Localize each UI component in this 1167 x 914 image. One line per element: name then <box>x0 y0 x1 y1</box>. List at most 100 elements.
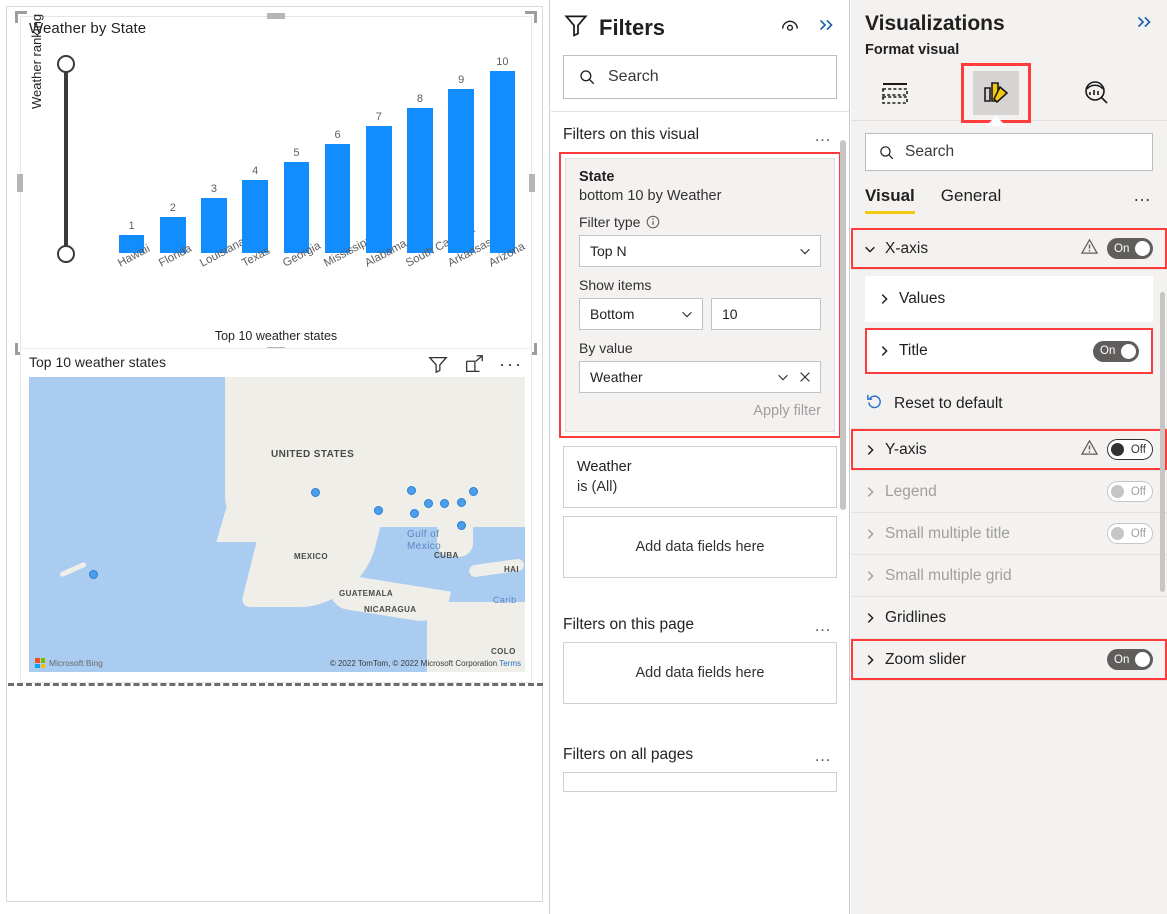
bar-group[interactable]: 7 <box>366 53 392 253</box>
tab-general[interactable]: General <box>941 186 1001 214</box>
filter-icon[interactable] <box>427 353 449 375</box>
warning-icon[interactable] <box>1080 438 1099 462</box>
chevron-right-icon[interactable] <box>863 443 877 457</box>
filters-pane[interactable]: Filters Search <box>551 0 850 914</box>
focus-mode-icon[interactable] <box>463 353 485 375</box>
chevron-down-icon[interactable] <box>863 242 877 256</box>
bar[interactable] <box>325 144 351 253</box>
chart-plot-area[interactable]: 1Hawaii2Florida3Louisiana4Texas5Georgia6… <box>111 53 523 253</box>
eye-icon[interactable] <box>779 16 801 39</box>
format-visual-tab[interactable] <box>967 69 1025 117</box>
map-data-point-arkansas[interactable] <box>407 486 416 495</box>
warning-icon[interactable] <box>1080 237 1099 261</box>
map-data-point-hawaii[interactable] <box>89 570 98 579</box>
close-icon[interactable] <box>798 370 812 384</box>
format-property-gridlines[interactable]: Gridlines <box>851 597 1167 639</box>
map-terms-link[interactable]: Terms <box>499 659 521 668</box>
zoom-slider-track[interactable] <box>64 65 68 253</box>
chevron-right-icon[interactable] <box>863 653 877 667</box>
show-items-direction-dropdown[interactable]: Bottom <box>579 298 703 330</box>
map-data-point-mississippi[interactable] <box>424 499 433 508</box>
format-subtabs-more-options-icon[interactable]: … <box>1133 185 1153 214</box>
map-visual[interactable]: Top 10 weather states ··· <box>20 348 532 683</box>
zoom-slider-knob-bottom[interactable] <box>57 245 75 263</box>
reset-to-default-button[interactable]: Reset to default <box>851 380 1167 429</box>
chevron-right-icon[interactable] <box>877 292 891 306</box>
bar[interactable] <box>407 108 433 253</box>
map-data-point-georgia[interactable] <box>457 498 466 507</box>
section-more-options-icon[interactable]: … <box>814 127 833 144</box>
chevron-right-icon[interactable] <box>863 527 877 541</box>
bar[interactable] <box>284 162 310 253</box>
toggle-title[interactable]: On <box>1093 341 1139 362</box>
map-data-point-louisiana[interactable] <box>410 509 419 518</box>
bar[interactable] <box>448 89 474 253</box>
bar-group[interactable]: 4 <box>242 53 268 253</box>
chevron-right-icon[interactable] <box>877 344 891 358</box>
format-property-values[interactable]: Values <box>865 276 1153 322</box>
bar-group[interactable]: 3 <box>201 53 227 253</box>
visual-filters-dropzone[interactable]: Add data fields here <box>563 516 837 578</box>
format-property-zoom-slider[interactable]: Zoom sliderOn <box>851 639 1167 681</box>
map-data-point-alabama[interactable] <box>440 499 449 508</box>
tab-visual[interactable]: Visual <box>865 186 915 214</box>
map-label-haiti: HAI <box>504 565 519 574</box>
toggle-zoom-slider[interactable]: On <box>1107 649 1153 670</box>
analytics-tab[interactable] <box>1067 69 1125 117</box>
format-property-y-axis[interactable]: Y-axisOff <box>851 429 1167 471</box>
collapse-pane-icon[interactable] <box>1133 13 1155 36</box>
filters-pane-scrollbar[interactable] <box>840 140 846 510</box>
toggle-y-axis[interactable]: Off <box>1107 439 1153 460</box>
by-value-field-dropdown[interactable]: Weather <box>579 361 821 393</box>
bar-group[interactable]: 6 <box>325 53 351 253</box>
bar-group[interactable]: 9 <box>448 53 474 253</box>
more-options-icon[interactable]: ··· <box>499 355 523 373</box>
filter-card-state[interactable]: State bottom 10 by Weather Filter type T… <box>565 158 835 432</box>
selection-handle-middle-left[interactable] <box>17 174 23 192</box>
visualizations-pane[interactable]: Visualizations Format visual <box>851 0 1167 914</box>
filter-type-dropdown[interactable]: Top N <box>579 235 821 267</box>
map-canvas[interactable]: UNITED STATES MEXICO GUATEMALA NICARAGUA… <box>29 377 525 672</box>
info-icon[interactable] <box>646 215 660 229</box>
visual-header-toolbar[interactable]: ··· <box>427 353 523 375</box>
bar-group[interactable]: 8 <box>407 53 433 253</box>
show-items-count-input[interactable]: 10 <box>711 298 821 330</box>
bar[interactable] <box>366 126 392 253</box>
visualizations-pane-scrollbar[interactable] <box>1160 292 1165 592</box>
section-more-options-icon[interactable]: … <box>814 617 833 634</box>
bar[interactable] <box>242 180 268 253</box>
y-axis-zoom-slider[interactable] <box>55 55 77 263</box>
bar-group[interactable]: 10 <box>490 53 516 253</box>
format-search-input[interactable]: Search <box>865 133 1153 171</box>
toggle-x-axis[interactable]: On <box>1107 238 1153 259</box>
format-properties-list[interactable]: X-axisOn Values TitleOn Reset to defaultY-a… <box>851 228 1167 681</box>
bar-group[interactable]: 5 <box>284 53 310 253</box>
bar-group[interactable]: 1 <box>119 53 145 253</box>
page-filters-dropzone[interactable]: Add data fields here <box>563 642 837 704</box>
chevron-right-icon[interactable] <box>863 611 877 625</box>
format-property-title[interactable]: TitleOn <box>865 328 1153 374</box>
format-property-x-axis[interactable]: X-axisOn <box>851 228 1167 270</box>
build-visual-tab[interactable] <box>867 69 925 117</box>
collapse-pane-icon[interactable] <box>815 16 837 39</box>
selection-handle-middle-right[interactable] <box>529 174 535 192</box>
map-data-point-arizona[interactable] <box>311 488 320 497</box>
bar[interactable] <box>490 71 516 253</box>
zoom-slider-knob-top[interactable] <box>57 55 75 73</box>
all-pages-filters-dropzone[interactable] <box>563 772 837 792</box>
selection-handle-top-right[interactable] <box>525 11 537 23</box>
chevron-right-icon[interactable] <box>863 485 877 499</box>
map-data-point-texas[interactable] <box>374 506 383 515</box>
chevron-right-icon[interactable] <box>863 569 877 583</box>
filter-card-weather[interactable]: Weather is (All) <box>563 446 837 508</box>
filters-search-input[interactable]: Search <box>563 55 837 99</box>
report-canvas[interactable]: Weather by State Weather ranking 1Hawaii… <box>0 0 550 914</box>
map-data-point-florida[interactable] <box>457 521 466 530</box>
bar-chart-visual[interactable]: Weather by State Weather ranking 1Hawaii… <box>20 16 532 350</box>
selection-handle-top-center[interactable] <box>267 13 285 19</box>
bar-group[interactable]: 2 <box>160 53 186 253</box>
map-data-point-south-carolina[interactable] <box>469 487 478 496</box>
section-more-options-icon[interactable]: … <box>814 747 833 764</box>
apply-filter-button[interactable]: Apply filter <box>579 403 821 419</box>
selection-handle-top-left[interactable] <box>15 11 27 23</box>
